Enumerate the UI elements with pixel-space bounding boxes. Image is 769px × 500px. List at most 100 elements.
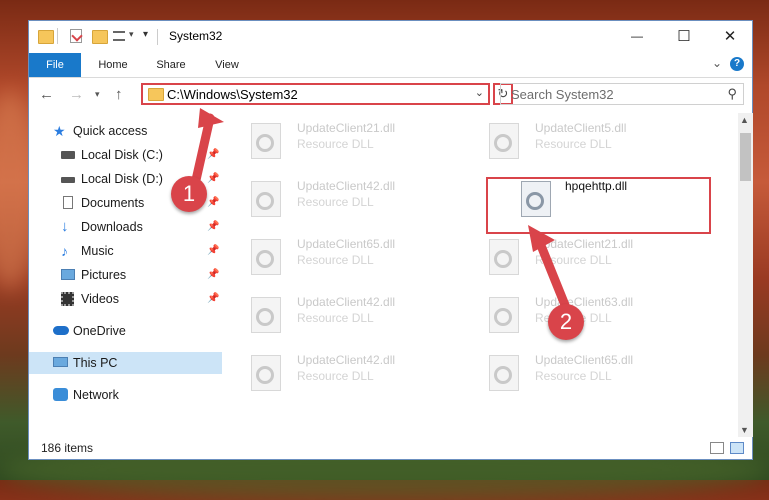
file-type: Resource DLL (535, 137, 612, 151)
minimize-button[interactable]: — (614, 21, 660, 52)
dll-file-icon (489, 297, 519, 333)
sidebar-item-network[interactable]: Network (53, 384, 119, 406)
dll-file-icon (251, 181, 281, 217)
customize-toolbar-icon[interactable]: ▾ (143, 29, 148, 40)
file-type: Resource DLL (297, 369, 374, 383)
search-icon[interactable]: ⚲ (727, 86, 737, 102)
document-icon (63, 196, 73, 209)
pin-icon: 📌 (207, 293, 220, 304)
list-item[interactable]: UpdateClient21.dll Resource DLL (229, 113, 449, 165)
details-view-icon[interactable] (710, 442, 724, 454)
hard-drive-icon (61, 177, 75, 183)
file-name: UpdateClient65.dll (535, 353, 634, 367)
forward-arrow-icon[interactable]: → (69, 86, 84, 103)
list-item[interactable]: UpdateClient5.dll Resource DLL (467, 113, 687, 165)
navigation-pane: ★ Quick access Local Disk (C:) 📌 Local D… (29, 113, 222, 433)
chevron-down-icon[interactable]: ⌄ (475, 86, 484, 99)
file-name: UpdateClient5.dll (535, 121, 627, 135)
list-item[interactable]: UpdateClient42.dll Resource DLL (229, 171, 449, 223)
properties-icon[interactable] (70, 29, 83, 43)
download-arrow-icon: ↓ (61, 218, 69, 235)
sidebar-item-label: Quick access (73, 124, 148, 138)
dll-file-icon (251, 123, 281, 159)
tab-view[interactable]: View (205, 53, 249, 77)
cloud-icon (53, 326, 69, 335)
pin-icon: 📌 (207, 221, 220, 232)
file-type: Resource DLL (535, 369, 612, 383)
sidebar-item-label: Pictures (81, 268, 127, 282)
folder-icon (38, 30, 54, 44)
navigation-bar: ← → ▾ ↑ C:\Windows\System32 ⌄ ↻ ⚲ (29, 78, 752, 112)
sidebar-item-music[interactable]: ♪ Music 📌 (61, 240, 222, 262)
step-1-badge: 1 (171, 176, 207, 212)
sidebar-item-this-pc[interactable]: This PC (53, 352, 117, 374)
dll-file-icon (489, 239, 519, 275)
sidebar-item-label: Local Disk (D:) (81, 172, 163, 186)
sidebar-item-videos[interactable]: Videos 📌 (61, 288, 222, 310)
file-name: UpdateClient65.dll (297, 237, 396, 251)
expand-ribbon-icon[interactable]: ⌄ (712, 56, 722, 70)
file-name: UpdateClient42.dll (297, 353, 396, 367)
list-item[interactable]: UpdateClient65.dll Resource DLL (229, 229, 449, 281)
sidebar-item-downloads[interactable]: ↓ Downloads 📌 (61, 216, 222, 238)
file-name: UpdateClient21.dll (535, 237, 634, 251)
scroll-thumb[interactable] (740, 133, 751, 181)
pin-icon: 📌 (207, 269, 220, 280)
dll-file-icon (489, 355, 519, 391)
music-note-icon: ♪ (61, 243, 68, 259)
help-button[interactable]: ? (730, 57, 744, 71)
sidebar-item-quick-access[interactable]: ★ Quick access (53, 120, 147, 142)
list-item[interactable]: UpdateClient42.dll Resource DLL (229, 345, 449, 397)
dll-file-icon (251, 297, 281, 333)
target-file-highlight (486, 177, 711, 234)
close-button[interactable]: ✕ (707, 21, 753, 52)
vertical-scrollbar[interactable]: ▲ ▼ (738, 113, 753, 437)
file-name: UpdateClient21.dll (297, 121, 396, 135)
pin-icon: 📌 (207, 245, 220, 256)
tab-share[interactable]: Share (149, 53, 193, 77)
film-icon (61, 292, 74, 306)
sidebar-item-local-disk-c[interactable]: Local Disk (C:) 📌 (61, 144, 222, 166)
item-count: 186 items (41, 441, 94, 455)
search-input[interactable] (509, 86, 713, 103)
sidebar-item-onedrive[interactable]: OneDrive (53, 320, 126, 342)
up-arrow-icon[interactable]: ↑ (115, 86, 123, 103)
view-options-icon[interactable] (113, 31, 125, 41)
tab-home[interactable]: Home (91, 53, 135, 77)
computer-icon (53, 357, 68, 367)
sidebar-item-label: Documents (81, 196, 145, 210)
recent-locations-icon[interactable]: ▾ (95, 89, 100, 100)
file-name: UpdateClient42.dll (297, 179, 396, 193)
file-name: UpdateClient63.dll (535, 295, 634, 309)
file-type: Resource DLL (297, 311, 374, 325)
list-item[interactable]: UpdateClient42.dll Resource DLL (229, 287, 449, 339)
dll-file-icon (489, 123, 519, 159)
network-icon (53, 388, 68, 401)
sidebar-item-label: This PC (73, 356, 118, 370)
file-type: Resource DLL (535, 253, 612, 267)
dll-file-icon (251, 355, 281, 391)
address-bar[interactable]: C:\Windows\System32 ⌄ (141, 83, 490, 105)
scroll-down-icon[interactable]: ▼ (740, 425, 749, 435)
ribbon-tabs: File Home Share View ⌄ ? (29, 53, 752, 78)
pin-icon: 📌 (207, 149, 220, 160)
maximize-button[interactable]: ☐ (661, 21, 707, 52)
sidebar-item-label: Music (81, 244, 114, 258)
chevron-down-icon[interactable]: ▾ (129, 29, 134, 40)
status-bar: 186 items (29, 437, 752, 459)
file-list: UpdateClient21.dll Resource DLL UpdateCl… (229, 113, 737, 433)
list-item[interactable]: UpdateClient65.dll Resource DLL (467, 345, 687, 397)
sidebar-item-pictures[interactable]: Pictures 📌 (61, 264, 222, 286)
hard-drive-icon (61, 151, 75, 159)
pin-icon: 📌 (207, 173, 220, 184)
search-box[interactable]: ⚲ (500, 83, 744, 105)
scroll-up-icon[interactable]: ▲ (740, 115, 749, 125)
large-icons-view-icon[interactable] (730, 442, 744, 454)
list-item[interactable]: UpdateClient21.dll Resource DLL (467, 229, 687, 281)
pin-icon: 📌 (207, 197, 220, 208)
back-arrow-icon[interactable]: ← (39, 86, 54, 103)
divider (157, 29, 158, 45)
tab-file[interactable]: File (29, 53, 81, 77)
sidebar-item-label: OneDrive (73, 324, 126, 338)
new-folder-icon[interactable] (92, 30, 108, 44)
